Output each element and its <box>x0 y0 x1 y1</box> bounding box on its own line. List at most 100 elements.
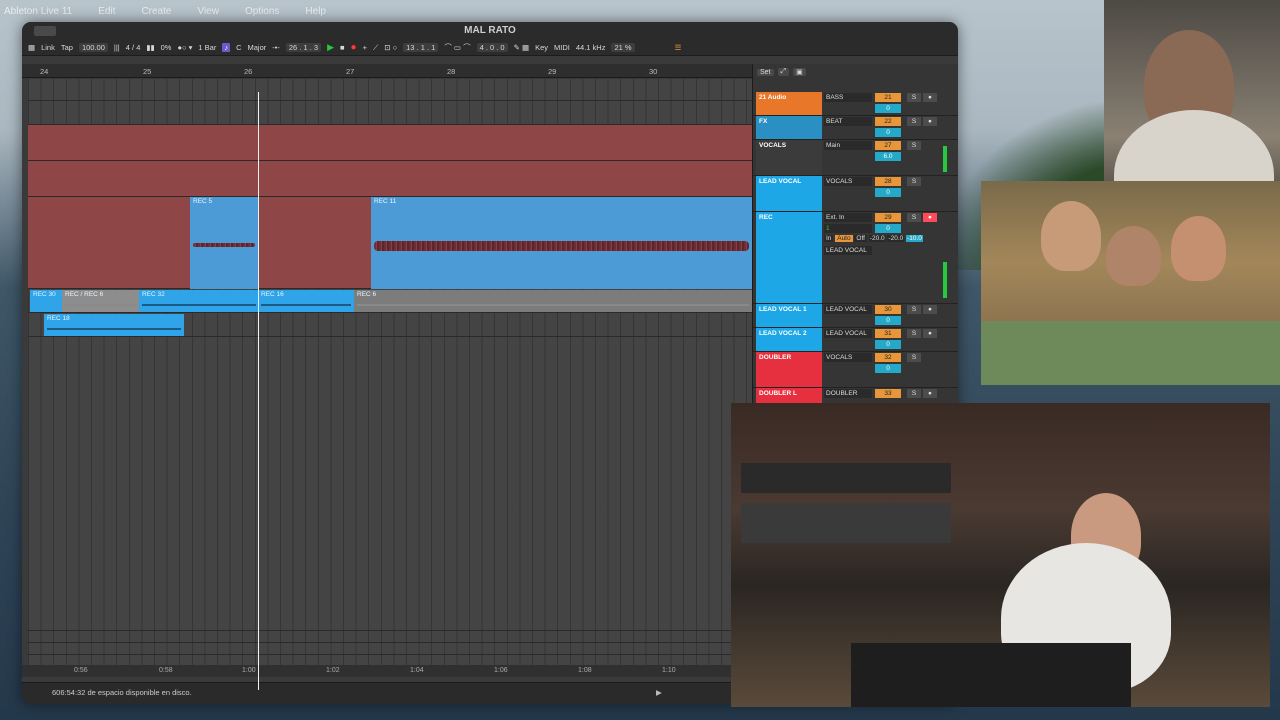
key-map-button[interactable]: Key <box>535 43 548 52</box>
song-position[interactable]: 26 . 1 . 3 <box>285 43 322 52</box>
track-name[interactable]: VOCALS <box>756 140 822 175</box>
volume-field[interactable]: 0 <box>875 128 901 137</box>
track-lane[interactable] <box>28 79 752 101</box>
track-strip[interactable]: LEAD VOCAL 1 LEAD VOCAL 30 0 S ● <box>753 304 958 328</box>
monitor-auto[interactable]: Auto <box>835 235 853 242</box>
track-strip[interactable]: LEAD VOCAL 2 LEAD VOCAL 31 0 S ● <box>753 328 958 352</box>
menu-icon[interactable]: ☰ <box>675 43 682 52</box>
solo-button[interactable]: S <box>907 389 921 398</box>
track-lane-vocals[interactable] <box>28 125 752 161</box>
volume-field[interactable]: 0 <box>875 188 901 197</box>
track-strip[interactable]: VOCALS Main 27 6.0 S <box>753 140 958 176</box>
input-channel[interactable]: 1 <box>824 224 872 233</box>
volume-field[interactable]: 0 <box>875 224 901 233</box>
link-button[interactable]: Link <box>41 43 55 52</box>
nudge-icon[interactable]: ||| <box>114 43 120 52</box>
track-number[interactable]: 27 <box>875 141 901 150</box>
send-c[interactable]: -10.0 <box>906 235 923 242</box>
record-icon[interactable]: ● <box>351 42 357 53</box>
clip[interactable]: REC 16 <box>258 290 354 312</box>
volume-field[interactable]: 0 <box>875 364 901 373</box>
volume-field[interactable]: 0 <box>875 340 901 349</box>
send-b[interactable]: -20.0 <box>887 235 905 242</box>
volume-field[interactable]: 6.0 <box>875 152 901 161</box>
arrangement-view[interactable]: REC 5 REC 11 REC 30 REC / REC 6 REC 32 R… <box>28 79 752 671</box>
route-select[interactable]: LEAD VOCAL <box>824 329 872 338</box>
play-small-icon[interactable]: ▶ <box>656 683 662 703</box>
route-select[interactable]: BASS <box>824 93 872 102</box>
arm-button[interactable]: ● <box>923 305 937 314</box>
key-icon[interactable]: ♪ <box>222 43 231 52</box>
route-select[interactable]: DOUBLER <box>824 389 872 398</box>
automation-icon[interactable]: ⟋ <box>373 43 378 53</box>
play-icon[interactable]: ▶ <box>327 42 334 53</box>
metronome-icon[interactable]: ▮▮ <box>146 43 154 52</box>
clip[interactable]: REC 11 <box>371 197 752 289</box>
solo-button[interactable]: S <box>907 117 921 126</box>
loop-icon[interactable]: ⊡ ○ <box>384 43 397 52</box>
solo-button[interactable]: S <box>907 329 921 338</box>
track-name[interactable]: LEAD VOCAL 2 <box>756 328 822 351</box>
track-number[interactable]: 30 <box>875 305 901 314</box>
track-strip[interactable]: DOUBLER L DOUBLER 33 S ● <box>753 388 958 404</box>
groove-field[interactable]: 0% <box>161 43 172 52</box>
signature-field[interactable]: 4 / 4 <box>126 43 141 52</box>
midi-map-button[interactable]: MIDI <box>554 43 570 52</box>
tempo-field[interactable]: 100.00 <box>78 43 108 52</box>
track-name[interactable]: DOUBLER <box>756 352 822 387</box>
route-select[interactable]: Main <box>824 141 872 150</box>
menu-help[interactable]: Help <box>305 6 326 17</box>
track-lane[interactable] <box>28 101 752 125</box>
solo-button[interactable]: S <box>907 353 921 362</box>
arm-button[interactable]: ● <box>923 329 937 338</box>
track-name[interactable]: DOUBLER L <box>756 388 822 403</box>
track-number[interactable]: 22 <box>875 117 901 126</box>
track-strip[interactable]: REC Ext. In 1 LEAD VOCAL 29 0 S ● In Aut… <box>753 212 958 304</box>
track-number[interactable]: 33 <box>875 389 901 398</box>
track-number[interactable]: 29 <box>875 213 901 222</box>
volume-field[interactable]: 0 <box>875 104 901 113</box>
clip[interactable]: REC 5 <box>190 197 258 289</box>
route-select[interactable]: BEAT <box>824 117 872 126</box>
menu-view[interactable]: View <box>197 6 219 17</box>
arm-button[interactable]: ● <box>923 93 937 102</box>
track-name[interactable]: REC <box>756 212 822 303</box>
track-number[interactable]: 31 <box>875 329 901 338</box>
punch-in-icon[interactable]: ⌒ ▭ ⌒ <box>444 42 470 53</box>
track-name[interactable]: LEAD VOCAL 1 <box>756 304 822 327</box>
stop-icon[interactable]: ■ <box>340 43 345 52</box>
track-number[interactable]: 28 <box>875 177 901 186</box>
track-strip[interactable]: FX BEAT 22 0 S ● <box>753 116 958 140</box>
volume-field[interactable]: 0 <box>875 316 901 325</box>
window-button[interactable] <box>34 26 56 36</box>
lock-icon[interactable]: ▣ <box>793 68 806 76</box>
time-ruler[interactable]: 0:56 0:58 1:00 1:02 1:04 1:06 1:08 1:10 <box>22 665 752 677</box>
track-strip[interactable]: DOUBLER VOCALS 32 0 S <box>753 352 958 388</box>
track-number[interactable]: 21 <box>875 93 901 102</box>
solo-button[interactable]: S <box>907 93 921 102</box>
track-lane[interactable] <box>28 619 752 631</box>
route-select[interactable]: VOCALS <box>824 177 872 186</box>
arm-button[interactable]: ● <box>923 117 937 126</box>
input-select[interactable]: Ext. In <box>824 213 872 222</box>
clip[interactable]: REC 32 <box>139 290 259 312</box>
route-select[interactable]: LEAD VOCAL <box>824 305 872 314</box>
solo-button[interactable]: S <box>907 177 921 186</box>
track-number[interactable]: 32 <box>875 353 901 362</box>
overdub-icon[interactable]: + <box>363 43 367 52</box>
metronome-dot-icon[interactable]: ●○ ▾ <box>177 43 192 52</box>
send-a[interactable]: -20.0 <box>868 235 886 242</box>
clip[interactable]: REC 6 <box>354 290 752 312</box>
solo-button[interactable]: S <box>907 213 921 222</box>
track-strip[interactable]: 21 Audio BASS 21 0 S ● <box>753 92 958 116</box>
track-lane[interactable] <box>28 643 752 655</box>
solo-button[interactable]: S <box>907 141 921 150</box>
clip[interactable]: REC 18 <box>44 314 184 336</box>
menu-edit[interactable]: Edit <box>98 6 115 17</box>
tap-button[interactable]: Tap <box>61 43 73 52</box>
arm-button[interactable]: ● <box>923 389 937 398</box>
loop-length[interactable]: 4 . 0 . 0 <box>476 43 508 52</box>
monitor-in[interactable]: In <box>824 235 834 242</box>
playhead[interactable] <box>258 92 259 690</box>
set-button[interactable]: Set <box>757 68 774 76</box>
